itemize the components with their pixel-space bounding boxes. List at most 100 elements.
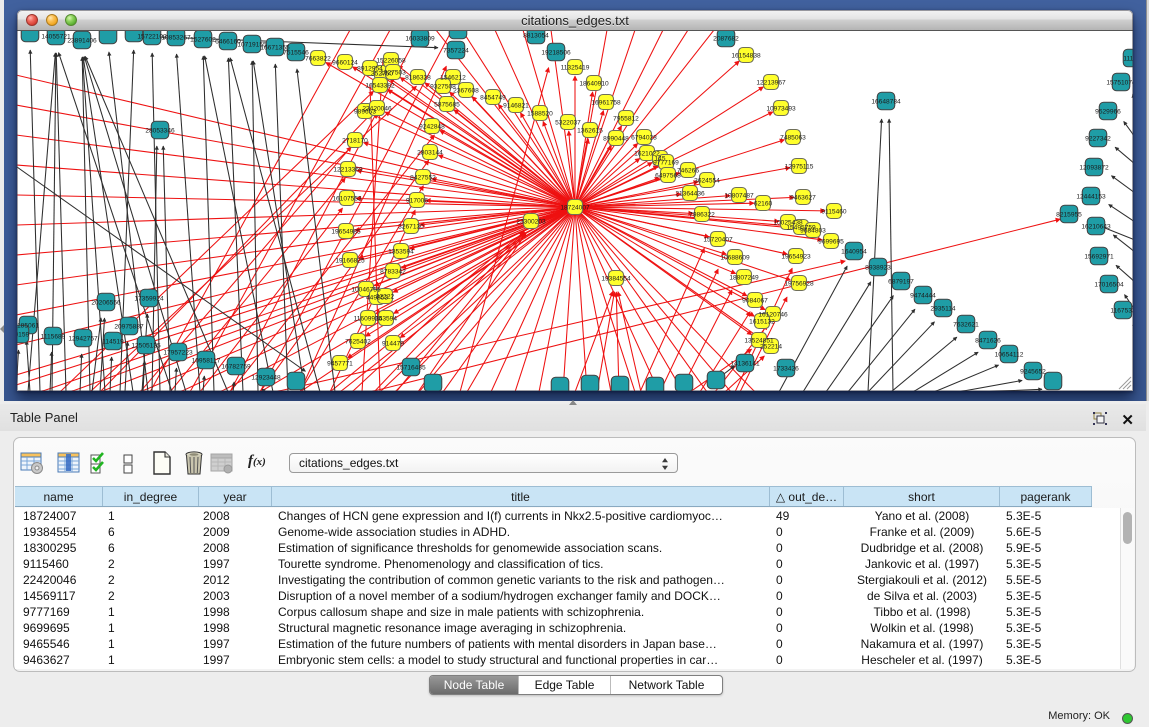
svg-text:16210643: 16210643	[1081, 224, 1111, 231]
svg-text:914479: 914479	[382, 341, 404, 348]
svg-text:9474444: 9474444	[910, 293, 936, 300]
svg-text:1640954: 1640954	[841, 249, 867, 256]
svg-text:9457771: 9457771	[327, 361, 353, 368]
svg-text:7663822: 7663822	[305, 56, 331, 63]
svg-text:10958117: 10958117	[192, 358, 221, 365]
svg-text:9699695: 9699695	[818, 239, 844, 246]
svg-text:15720407: 15720407	[703, 237, 733, 244]
svg-text:16961758: 16961758	[591, 100, 621, 107]
svg-text:8783342: 8783342	[380, 269, 406, 276]
svg-text:8813054: 8813054	[523, 33, 549, 40]
svg-text:8938923: 8938923	[865, 265, 891, 272]
svg-text:9115460: 9115460	[821, 209, 847, 216]
svg-text:19756928: 19756928	[784, 281, 814, 288]
svg-text:1353594: 1353594	[388, 249, 414, 256]
svg-text:8990448: 8990448	[603, 136, 629, 143]
svg-text:17957223: 17957223	[163, 350, 193, 357]
svg-text:18807249: 18807249	[729, 275, 759, 282]
svg-text:10654112: 10654112	[995, 352, 1024, 359]
svg-text:12923448: 12923448	[251, 375, 281, 382]
svg-text:23300203: 23300203	[516, 219, 546, 226]
svg-text:7357224: 7357224	[443, 48, 469, 55]
svg-text:9660124: 9660124	[332, 60, 358, 67]
svg-text:18724007: 18724007	[560, 205, 590, 212]
svg-text:6879197: 6879197	[888, 279, 914, 286]
svg-text:9242848: 9242848	[419, 124, 445, 131]
svg-text:15692971: 15692971	[1084, 254, 1114, 261]
svg-text:15751074: 15751074	[1106, 80, 1133, 87]
svg-text:6794028: 6794028	[631, 135, 657, 142]
svg-text:8427552: 8427552	[410, 175, 436, 182]
svg-text:19654923: 19654923	[781, 254, 811, 261]
svg-text:12213369: 12213369	[333, 167, 363, 174]
svg-text:2718170: 2718170	[342, 138, 368, 145]
svg-text:62160: 62160	[754, 201, 773, 208]
svg-text:10046755: 10046755	[351, 287, 381, 294]
svg-text:7986322: 7986322	[689, 212, 715, 219]
svg-text:19218506: 19218506	[541, 50, 571, 57]
svg-text:21364436: 21364436	[675, 191, 705, 198]
svg-text:23891406: 23891406	[67, 38, 97, 45]
svg-text:10853267: 10853267	[161, 35, 191, 42]
svg-text:19654985: 19654985	[331, 229, 361, 236]
svg-text:153594: 153594	[375, 316, 397, 323]
svg-text:8215955: 8215955	[1056, 212, 1082, 219]
svg-text:16154838: 16154838	[731, 53, 761, 60]
svg-text:20975887: 20975887	[114, 324, 144, 331]
svg-text:1733426: 1733426	[773, 366, 799, 373]
svg-text:16543382: 16543382	[365, 83, 395, 90]
svg-text:32222: 32222	[376, 294, 395, 301]
svg-text:1615132: 1615132	[749, 319, 775, 326]
svg-text:9529966: 9529966	[1095, 109, 1121, 116]
svg-text:1527602: 1527602	[190, 37, 216, 44]
svg-text:15716485: 15716485	[396, 365, 426, 372]
svg-text:9146821: 9146821	[503, 103, 529, 110]
svg-text:14136141: 14136141	[730, 361, 760, 368]
svg-text:16033809: 16033809	[405, 36, 435, 43]
svg-text:2367608: 2367608	[453, 88, 479, 95]
svg-text:2087682: 2087682	[713, 36, 739, 43]
svg-text:16782759: 16782759	[221, 364, 251, 371]
svg-text:17016504: 17016504	[1094, 282, 1124, 289]
svg-text:252214: 252214	[760, 344, 782, 351]
svg-text:2803144: 2803144	[417, 150, 443, 157]
svg-text:1167533: 1167533	[1110, 308, 1133, 315]
svg-text:12942757: 12942757	[68, 336, 98, 343]
svg-text:11325419: 11325419	[561, 65, 590, 72]
svg-text:19384554: 19384554	[601, 276, 631, 283]
svg-text:114519: 114519	[102, 339, 124, 346]
svg-text:7632621: 7632621	[953, 322, 979, 329]
svg-text:16648784: 16648784	[871, 99, 901, 106]
svg-text:15226058: 15226058	[376, 58, 406, 65]
svg-text:10807487: 10807487	[724, 193, 754, 200]
svg-text:17359924: 17359924	[134, 296, 164, 303]
svg-text:18640910: 18640910	[579, 81, 609, 88]
svg-text:8471626: 8471626	[975, 338, 1001, 345]
svg-text:12975115: 12975115	[785, 164, 814, 171]
svg-text:23420046: 23420046	[362, 106, 392, 113]
svg-text:10688609: 10688609	[720, 255, 750, 262]
svg-text:12093872: 12093872	[1079, 165, 1109, 172]
svg-text:8186328: 8186328	[405, 75, 431, 82]
svg-text:1546212: 1546212	[440, 75, 466, 82]
svg-text:11172: 11172	[1123, 56, 1133, 63]
svg-text:1588520: 1588520	[527, 111, 553, 118]
svg-text:746266: 746266	[677, 168, 699, 175]
svg-text:7625402: 7625402	[345, 339, 371, 346]
svg-text:28053346: 28053346	[145, 128, 175, 135]
svg-text:9463627: 9463627	[790, 195, 816, 202]
svg-text:7485063: 7485063	[780, 135, 806, 142]
svg-text:16107553: 16107553	[332, 196, 362, 203]
svg-text:9084067: 9084067	[742, 298, 768, 305]
svg-text:3267130: 3267130	[398, 224, 424, 231]
svg-text:12213967: 12213967	[756, 80, 786, 87]
svg-text:12505135: 12505135	[131, 343, 161, 350]
svg-text:9684803: 9684803	[800, 228, 826, 235]
svg-text:9227342: 9227342	[1085, 136, 1111, 143]
svg-text:9777169: 9777169	[653, 160, 679, 167]
svg-text:7955812: 7955812	[613, 116, 639, 123]
svg-text:16120746: 16120746	[758, 312, 788, 319]
svg-text:9245652: 9245652	[1020, 369, 1046, 376]
svg-text:20206556: 20206556	[91, 300, 121, 307]
svg-text:1115689: 1115689	[41, 334, 66, 341]
